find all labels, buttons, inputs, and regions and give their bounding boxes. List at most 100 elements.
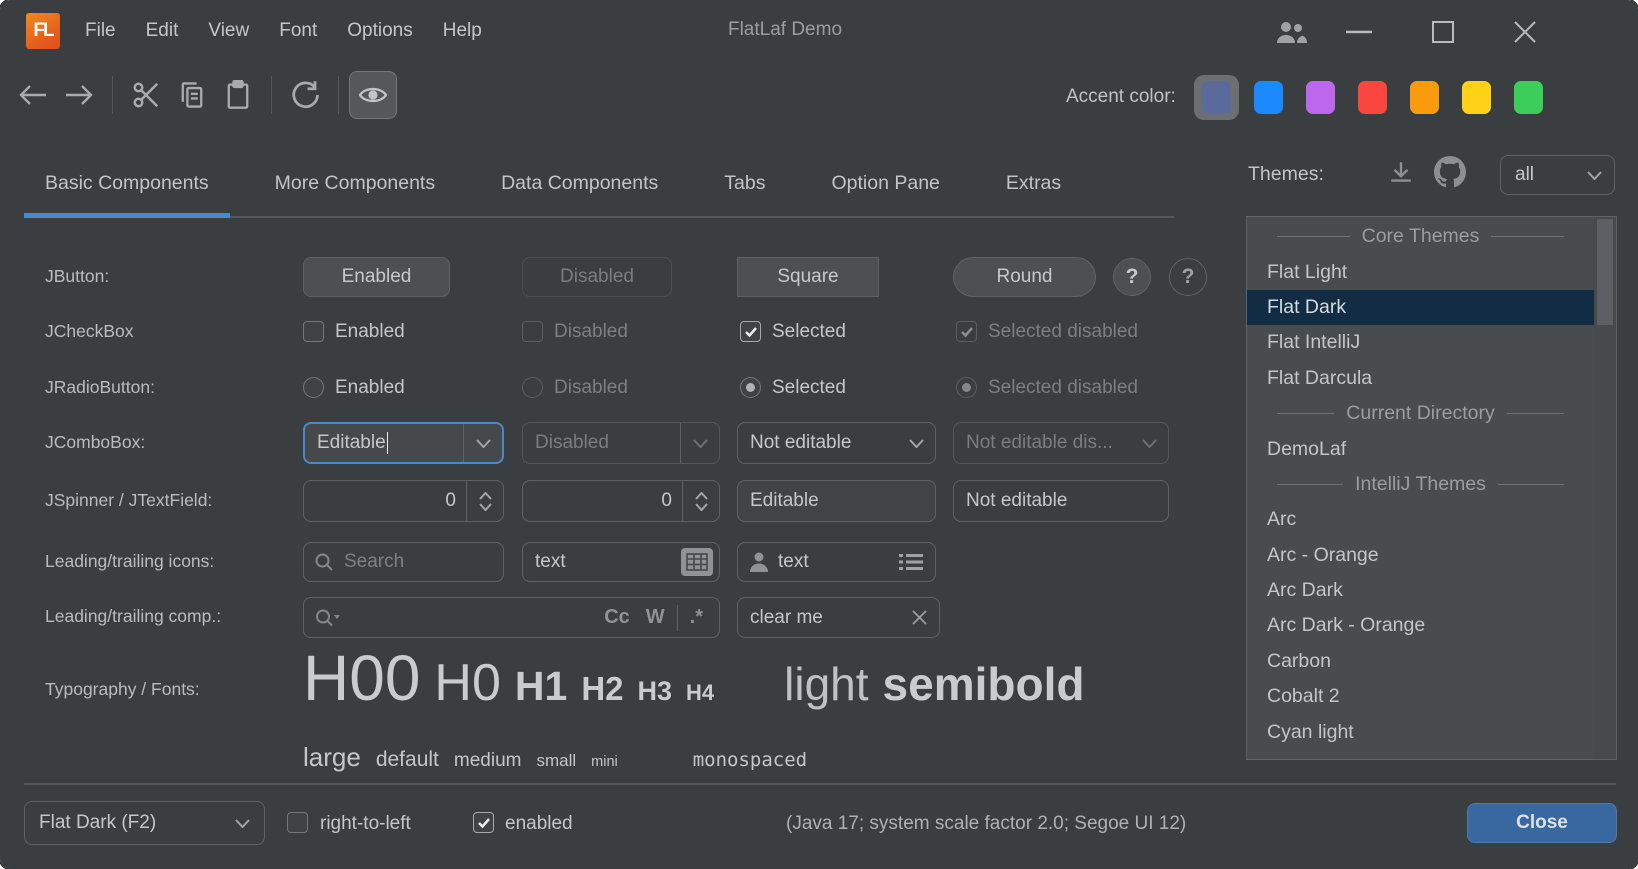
spinner-2-buttons[interactable] [683,481,719,521]
paste-icon[interactable] [215,72,261,118]
cut-icon[interactable] [123,72,169,118]
radio-selected-label[interactable]: Selected [772,377,846,399]
theme-item-arc-dark-orange[interactable]: Arc Dark - Orange [1247,608,1594,643]
system-info-text: (Java 17; system scale factor 2.0; Segoe… [786,813,1186,835]
textfield-editable-value: Editable [750,490,935,512]
radio-selected[interactable] [740,377,761,398]
themes-scrollbar-thumb[interactable] [1597,219,1613,325]
round-button[interactable]: Round [953,257,1096,297]
theme-item-carbon[interactable]: Carbon [1247,644,1594,679]
search-dropdown-icon[interactable] [314,608,342,628]
copy-icon[interactable] [169,72,215,118]
checkbox-selected-label[interactable]: Selected [772,321,846,343]
accent-swatch[interactable] [1462,81,1491,114]
right-to-left-label[interactable]: right-to-left [320,813,411,835]
theme-item-flat-dark[interactable]: Flat Dark [1247,290,1594,325]
search-field[interactable] [303,542,504,582]
textfield-person-list[interactable]: text [737,542,936,582]
combobox-arrow-button[interactable] [464,424,502,462]
clearable-field[interactable]: clear me [737,597,940,638]
leading-comp-row-label: Leading/trailing comp.: [45,606,221,627]
theme-item-cobalt-2[interactable]: Cobalt 2 [1247,679,1594,714]
accent-swatch[interactable] [1410,81,1439,114]
tab-basic-components[interactable]: Basic Components [24,150,230,216]
typography-medium: medium [454,750,522,773]
spinner-2[interactable]: 0 [522,480,720,522]
enabled-button[interactable]: Enabled [303,257,450,297]
tab-more-components[interactable]: More Components [254,150,456,216]
typography-small: small [536,751,576,771]
regex-button[interactable]: .* [690,606,703,629]
spinner-2-value[interactable]: 0 [523,490,672,512]
theme-item-arc-orange[interactable]: Arc - Orange [1247,538,1594,573]
tab-data-components[interactable]: Data Components [480,150,679,216]
github-icon[interactable] [1434,156,1466,188]
back-button[interactable] [10,72,56,118]
accent-swatch-selected[interactable] [1194,75,1239,120]
theme-item-flat-intellij[interactable]: Flat IntelliJ [1247,325,1594,360]
theme-item-flat-light[interactable]: Flat Light [1247,254,1594,289]
close-window-button[interactable] [1506,14,1544,50]
textfield-table-icon[interactable]: text [522,542,720,582]
laf-combobox[interactable]: Flat Dark (F2) [24,801,265,845]
checkbox-selected[interactable] [740,321,761,342]
enabled-checkbox[interactable] [473,812,494,833]
theme-item-demolaf[interactable]: DemoLaf [1247,431,1594,466]
whole-word-button[interactable]: W [646,606,665,629]
jspinner-row-label: JSpinner / JTextField: [45,490,212,511]
accent-swatch[interactable] [1514,81,1543,114]
themes-scrollbar[interactable] [1594,217,1616,759]
textfield-editable[interactable]: Editable [737,480,936,522]
checkbox-enabled[interactable] [303,321,324,342]
spinner-1-buttons[interactable] [467,481,503,521]
theme-item-arc-dark[interactable]: Arc Dark [1247,573,1594,608]
checkbox-enabled-label[interactable]: Enabled [335,321,405,343]
accent-swatch[interactable] [1358,81,1387,114]
download-icon[interactable] [1388,160,1414,186]
accent-swatch[interactable] [1306,81,1335,114]
tab-option-pane[interactable]: Option Pane [810,150,960,216]
chevron-down-icon[interactable] [479,503,492,511]
accent-swatch[interactable] [1254,81,1283,114]
right-to-left-checkbox[interactable] [287,812,308,833]
minimize-button[interactable] [1340,14,1378,50]
chevron-up-icon[interactable] [479,492,492,500]
checkbox-disabled-label: Disabled [554,321,628,343]
maximize-button[interactable] [1424,14,1462,50]
radio-enabled-label[interactable]: Enabled [335,377,405,399]
list-icon[interactable] [899,553,923,571]
search-with-options-field[interactable]: Cc W .* [303,597,720,638]
users-icon[interactable] [1272,14,1310,50]
combobox-not-editable[interactable]: Not editable [737,422,936,464]
help-button-outline[interactable]: ? [1169,258,1207,296]
themes-filter-combobox[interactable]: all [1500,155,1615,195]
typography-sizes: large default medium small mini monospac… [303,742,807,773]
jbutton-row-label: JButton: [45,266,109,287]
typography-default: default [376,747,439,772]
spinner-1[interactable]: 0 [303,480,504,522]
table-icon[interactable] [681,548,713,576]
square-button[interactable]: Square [737,257,879,297]
match-case-button[interactable]: Cc [604,606,630,629]
chevron-up-icon[interactable] [695,492,708,500]
forward-button[interactable] [56,72,102,118]
refresh-icon[interactable] [282,72,328,118]
search-input[interactable] [342,550,503,574]
theme-item-flat-darcula[interactable]: Flat Darcula [1247,361,1594,396]
chevron-down-icon[interactable] [695,503,708,511]
close-button[interactable]: Close [1467,803,1617,843]
tab-tabs[interactable]: Tabs [703,150,786,216]
combobox-editable[interactable]: Editable [303,422,504,464]
clear-icon[interactable] [912,610,927,625]
theme-item-dark-flat[interactable]: Dark Flat [1247,750,1594,760]
enabled-label[interactable]: enabled [505,813,573,835]
radio-enabled[interactable] [303,377,324,398]
theme-item-arc[interactable]: Arc [1247,502,1594,537]
theme-item-cyan-light[interactable]: Cyan light [1247,714,1594,749]
spinner-1-value[interactable]: 0 [304,490,456,512]
help-button[interactable]: ? [1113,258,1151,296]
themes-list: Core Themes Flat Light Flat Dark Flat In… [1246,216,1617,760]
accent-swatch[interactable] [1202,81,1231,114]
tab-extras[interactable]: Extras [985,150,1082,216]
show-hidden-eye-toggle[interactable] [349,71,397,119]
